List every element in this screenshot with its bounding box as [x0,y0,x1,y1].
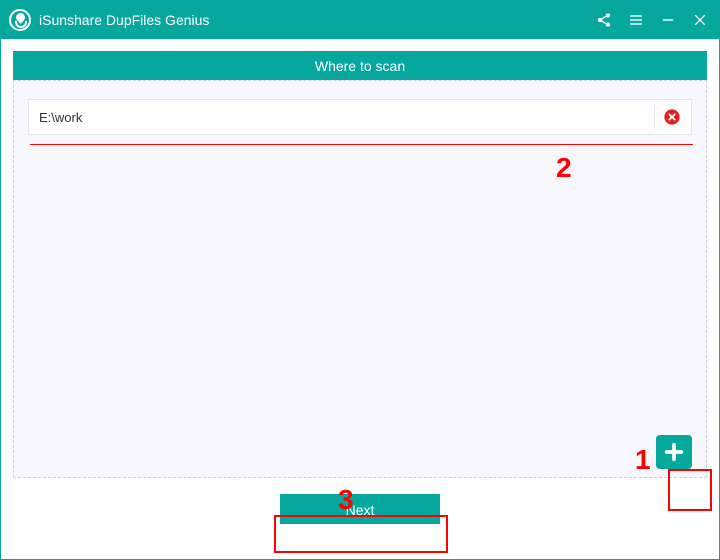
footer: Next [13,478,707,524]
plus-icon [663,441,685,463]
menu-icon[interactable] [627,11,645,29]
content-area: Where to scan E:\work [1,39,719,559]
next-button[interactable]: Next [280,494,440,524]
remove-path-button[interactable] [663,108,681,126]
add-path-button[interactable] [656,435,692,469]
app-window: iSunshare DupFiles Genius Where to scan … [0,0,720,560]
path-divider [654,105,655,129]
path-row: E:\work [28,99,692,135]
app-title: iSunshare DupFiles Genius [39,12,595,28]
path-text[interactable]: E:\work [39,110,646,125]
close-icon[interactable] [691,11,709,29]
panel-header: Where to scan [13,51,707,81]
share-icon[interactable] [595,11,613,29]
titlebar: iSunshare DupFiles Genius [1,1,719,39]
app-logo-icon [9,9,31,31]
scan-paths-panel: E:\work [13,80,707,478]
window-controls [595,11,709,29]
minimize-icon[interactable] [659,11,677,29]
remove-icon [663,108,681,126]
